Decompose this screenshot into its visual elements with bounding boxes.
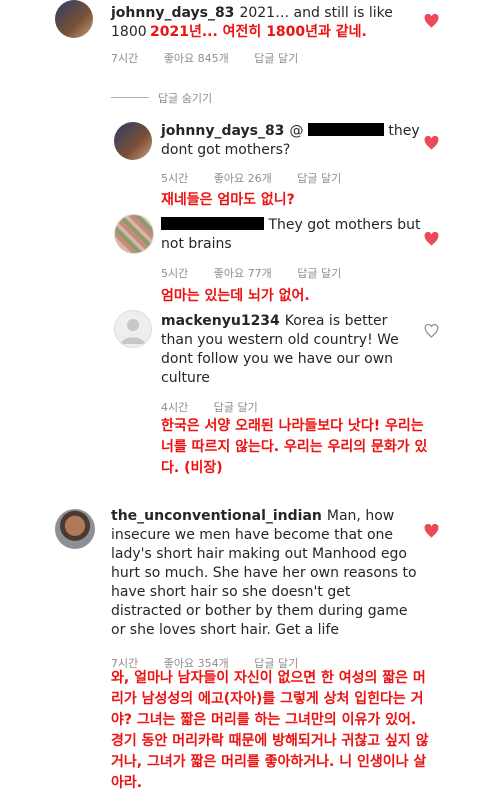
like-count[interactable]: 좋아요 77개 bbox=[214, 267, 272, 280]
comment-meta: 4시간 답글 달기 bbox=[161, 399, 280, 415]
avatar[interactable] bbox=[55, 0, 93, 38]
comment-item: johnny_days_83 2021… and still is like 18… bbox=[0, 0, 480, 70]
comment-text: the_unconventional_indian Man, how insecu… bbox=[111, 508, 417, 638]
reply-item: They got mothers but not brains 5시간 좋아요 … bbox=[0, 212, 480, 308]
timestamp: 4시간 bbox=[161, 401, 189, 414]
username[interactable]: johnny_days_83 bbox=[161, 123, 284, 139]
reply-item: johnny_days_83 @ they dont got mothers? 5… bbox=[0, 118, 480, 208]
redacted-mention bbox=[307, 123, 384, 136]
username[interactable]: mackenyu1234 bbox=[161, 313, 280, 329]
heart-filled-icon[interactable] bbox=[424, 136, 439, 150]
heart-filled-icon[interactable] bbox=[424, 524, 439, 538]
translation-caption: 한국은 서양 오래된 나라들보다 낫다! 우리는 너를 따르지 않는다. 우리는… bbox=[161, 418, 428, 476]
mention[interactable]: @ bbox=[289, 123, 384, 139]
heart-filled-icon[interactable] bbox=[424, 14, 439, 28]
username[interactable]: johnny_days_83 bbox=[111, 5, 234, 21]
user-placeholder-icon[interactable] bbox=[114, 310, 152, 348]
timestamp: 5시간 bbox=[161, 172, 189, 185]
username[interactable]: the_unconventional_indian bbox=[111, 508, 322, 524]
avatar[interactable] bbox=[55, 509, 95, 549]
like-count[interactable]: 좋아요 845개 bbox=[164, 52, 229, 65]
timestamp: 5시간 bbox=[161, 267, 189, 280]
avatar[interactable] bbox=[114, 122, 152, 160]
reply-button[interactable]: 답글 달기 bbox=[297, 172, 341, 185]
reply-button[interactable]: 답글 달기 bbox=[297, 267, 341, 280]
comment-meta: 5시간 좋아요 77개 답글 달기 bbox=[161, 265, 363, 281]
reply-button[interactable]: 답글 달기 bbox=[254, 52, 298, 65]
reply-item: mackenyu1234 Korea is better than you wes… bbox=[0, 308, 480, 483]
heart-filled-icon[interactable] bbox=[424, 232, 439, 246]
translation-caption: 와, 얼마나 남자들이 자신이 없으면 한 여성의 짧은 머리가 남성성의 에고… bbox=[111, 670, 429, 791]
translation-caption: 재네들은 엄마도 없니? bbox=[161, 192, 295, 208]
user-placeholder-glyph bbox=[121, 319, 145, 344]
comment-meta: 7시간 좋아요 845개 답글 달기 bbox=[111, 50, 320, 66]
divider-line bbox=[111, 97, 149, 98]
comment-text: johnny_days_83 @ they dont got mothers? bbox=[161, 123, 420, 158]
translation-caption: 2021년... 여전히 1800년과 같네. bbox=[150, 24, 367, 40]
comment-text: They got mothers but not brains bbox=[161, 217, 421, 252]
timestamp: 7시간 bbox=[111, 52, 139, 65]
reply-button[interactable]: 답글 달기 bbox=[214, 401, 258, 414]
heart-outline-icon[interactable] bbox=[424, 324, 439, 338]
comment-item: the_unconventional_indian Man, how insecu… bbox=[0, 505, 480, 803]
avatar[interactable] bbox=[114, 214, 154, 254]
comment-text: mackenyu1234 Korea is better than you wes… bbox=[161, 313, 399, 386]
like-count[interactable]: 좋아요 26개 bbox=[214, 172, 272, 185]
translation-caption: 엄마는 있는데 뇌가 없어. bbox=[161, 288, 310, 304]
hide-replies-link[interactable]: 답글 숨기기 bbox=[158, 90, 212, 106]
redacted-username bbox=[161, 217, 264, 230]
comment-meta: 5시간 좋아요 26개 답글 달기 bbox=[161, 170, 363, 186]
